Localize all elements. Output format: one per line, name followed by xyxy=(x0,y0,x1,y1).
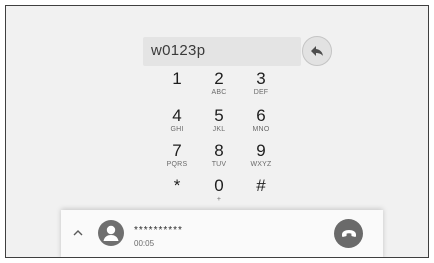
call-duration: 00:05 xyxy=(134,239,155,248)
key-digit: 7 xyxy=(172,141,182,160)
avatar xyxy=(98,220,124,246)
key-letters: + xyxy=(216,196,222,203)
key-digit: 2 xyxy=(214,69,224,88)
key-6[interactable]: 6 MNO xyxy=(239,107,283,139)
dialed-number-field[interactable]: w0123p xyxy=(143,37,301,66)
key-letters: GHI xyxy=(170,126,184,133)
key-digit: 4 xyxy=(172,106,182,125)
key-letters: TUV xyxy=(211,161,227,168)
key-digit: # xyxy=(256,176,266,195)
caller-name: ********** xyxy=(134,225,183,236)
key-letters: ABC xyxy=(211,89,227,96)
hang-up-icon xyxy=(341,229,357,238)
key-7[interactable]: 7 PQRS xyxy=(155,142,199,174)
key-letters: JKL xyxy=(212,126,226,133)
key-hash[interactable]: # xyxy=(239,177,283,209)
dialed-number: w0123p xyxy=(151,42,206,59)
back-arrow-icon xyxy=(310,45,324,57)
key-2[interactable]: 2 ABC xyxy=(197,70,241,102)
key-digit: 3 xyxy=(256,69,266,88)
key-8[interactable]: 8 TUV xyxy=(197,142,241,174)
key-digit: 6 xyxy=(256,106,266,125)
key-letters: MNO xyxy=(252,126,270,133)
key-digit: 1 xyxy=(172,69,182,88)
phone-dialer-screen: w0123p 1 2 ABC 3 DEF 4 GHI 5 JKL 6 MNO 7… xyxy=(5,5,429,258)
key-3[interactable]: 3 DEF xyxy=(239,70,283,102)
key-digit: * xyxy=(173,176,181,195)
backspace-button[interactable] xyxy=(302,36,332,66)
key-1[interactable]: 1 xyxy=(155,70,199,102)
expand-call-button[interactable] xyxy=(72,226,84,238)
key-digit: 0 xyxy=(214,176,224,195)
chevron-up-icon xyxy=(73,229,83,236)
key-4[interactable]: 4 GHI xyxy=(155,107,199,139)
key-digit: 8 xyxy=(214,141,224,160)
key-5[interactable]: 5 JKL xyxy=(197,107,241,139)
end-call-button[interactable] xyxy=(334,219,363,248)
key-star[interactable]: * xyxy=(155,177,199,209)
key-0[interactable]: 0 + xyxy=(197,177,241,209)
key-digit: 9 xyxy=(256,141,266,160)
key-letters: PQRS xyxy=(166,161,188,168)
key-digit: 5 xyxy=(214,106,224,125)
key-9[interactable]: 9 WXYZ xyxy=(239,142,283,174)
person-icon xyxy=(98,220,124,246)
active-call-bar: ********** 00:05 xyxy=(61,210,383,257)
key-letters: WXYZ xyxy=(250,161,272,168)
key-letters: DEF xyxy=(253,89,269,96)
